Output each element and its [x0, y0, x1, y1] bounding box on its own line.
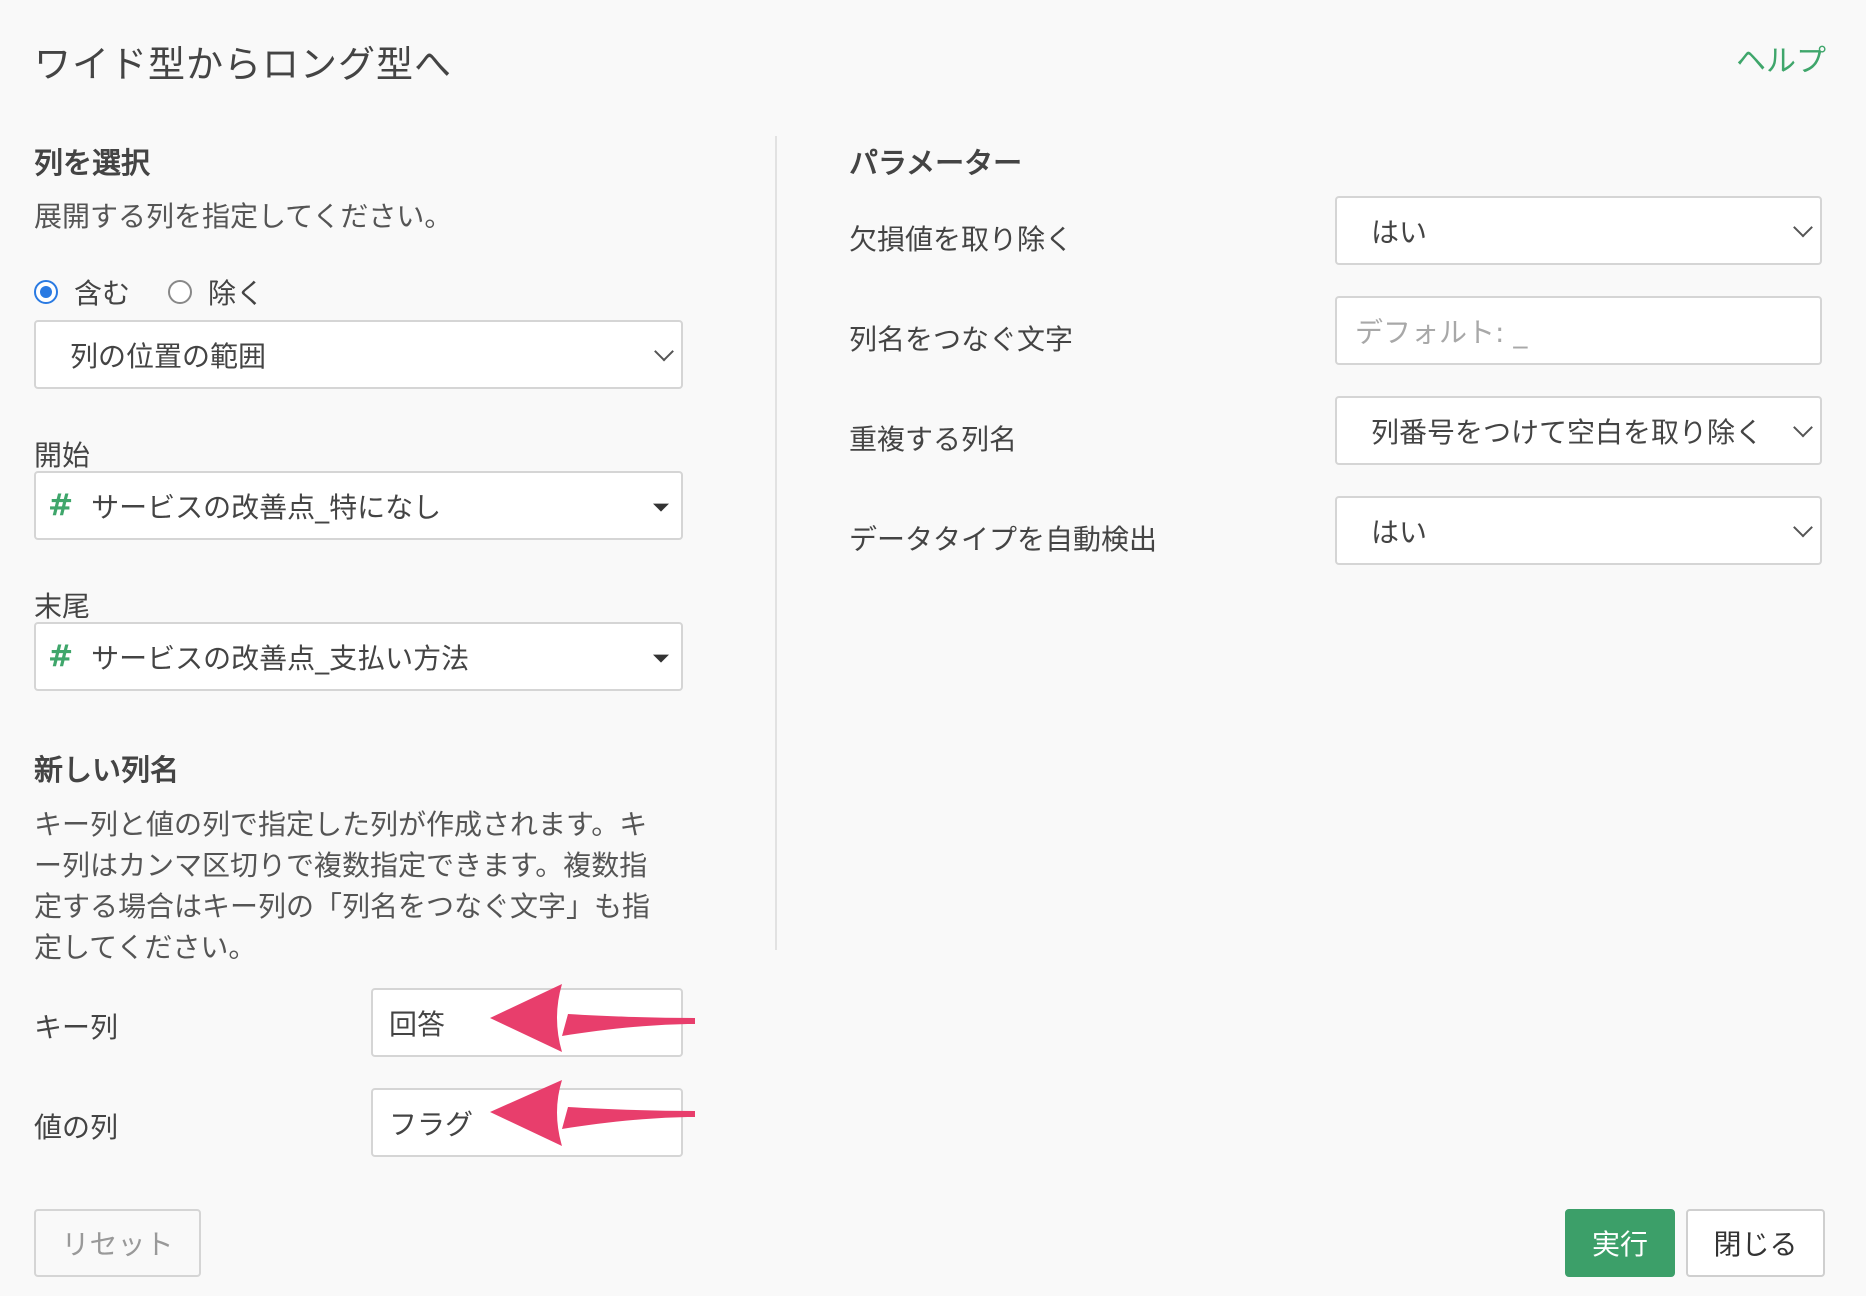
column-selection-mode-select[interactable]: 列の位置の範囲	[34, 320, 683, 389]
exclude-radio-label[interactable]: 除く	[208, 272, 264, 312]
wide-to-long-dialog: ワイド型からロング型へ ヘルプ 列を選択 展開する列を指定してください。 含む …	[0, 0, 1866, 1296]
duplicate-names-label: 重複する列名	[849, 423, 1018, 456]
select-columns-heading: 列を選択	[34, 146, 151, 180]
start-label: 開始	[34, 439, 91, 472]
close-button[interactable]: 閉じる	[1686, 1209, 1825, 1277]
key-column-label: キー列	[34, 1011, 119, 1044]
numeric-column-icon: #	[48, 488, 74, 523]
remove-na-value: はい	[1371, 215, 1428, 249]
start-column-select[interactable]: # サービスの改善点_特になし	[34, 471, 683, 540]
end-column-select[interactable]: # サービスの改善点_支払い方法	[34, 622, 683, 691]
key-column-value: 回答	[389, 1007, 446, 1041]
end-label: 末尾	[34, 590, 91, 623]
numeric-column-icon: #	[48, 639, 74, 674]
separator-placeholder: デフォルト: _	[1355, 315, 1528, 349]
separator-label: 列名をつなぐ文字	[849, 323, 1074, 356]
auto-type-label: データタイプを自動検出	[849, 523, 1158, 556]
exclude-radio[interactable]	[168, 280, 193, 304]
annotation-arrow-key	[490, 984, 695, 1052]
include-exclude-radio-group: 含む 除く	[34, 272, 302, 312]
duplicate-names-select[interactable]: 列番号をつけて空白を取り除く	[1335, 396, 1822, 465]
chevron-down-icon	[1793, 417, 1813, 437]
chevron-down-icon	[1793, 217, 1813, 237]
end-column-value: サービスの改善点_支払い方法	[91, 641, 470, 675]
reset-button[interactable]: リセット	[34, 1209, 201, 1277]
column-divider	[775, 136, 777, 950]
remove-na-select[interactable]: はい	[1335, 196, 1822, 265]
separator-input[interactable]: デフォルト: _	[1335, 296, 1822, 365]
run-button[interactable]: 実行	[1565, 1209, 1675, 1277]
auto-type-value: はい	[1371, 515, 1428, 549]
new-column-names-description: キー列と値の列で指定した列が作成されます。キー列はカンマ区切りで複数指定できます…	[34, 808, 651, 964]
column-selection-mode-value: 列の位置の範囲	[70, 339, 267, 373]
chevron-down-icon	[654, 341, 674, 361]
value-column-value: フラグ	[389, 1107, 474, 1141]
dialog-title: ワイド型からロング型へ	[34, 43, 452, 86]
annotation-arrow-value	[490, 1080, 695, 1146]
duplicate-names-value: 列番号をつけて空白を取り除く	[1371, 415, 1764, 449]
new-column-names-heading: 新しい列名	[34, 753, 180, 787]
parameters-heading: パラメーター	[849, 146, 1023, 180]
auto-type-select[interactable]: はい	[1335, 496, 1822, 565]
help-link[interactable]: ヘルプ	[1736, 36, 1826, 80]
include-radio-label[interactable]: 含む	[74, 272, 130, 312]
remove-na-label: 欠損値を取り除く	[849, 223, 1074, 256]
value-column-label: 値の列	[34, 1111, 119, 1144]
select-columns-description: 展開する列を指定してください。	[34, 200, 453, 233]
include-radio[interactable]	[34, 280, 58, 304]
caret-down-icon	[653, 654, 669, 663]
start-column-value: サービスの改善点_特になし	[91, 490, 442, 524]
chevron-down-icon	[1793, 517, 1813, 537]
caret-down-icon	[653, 503, 669, 512]
